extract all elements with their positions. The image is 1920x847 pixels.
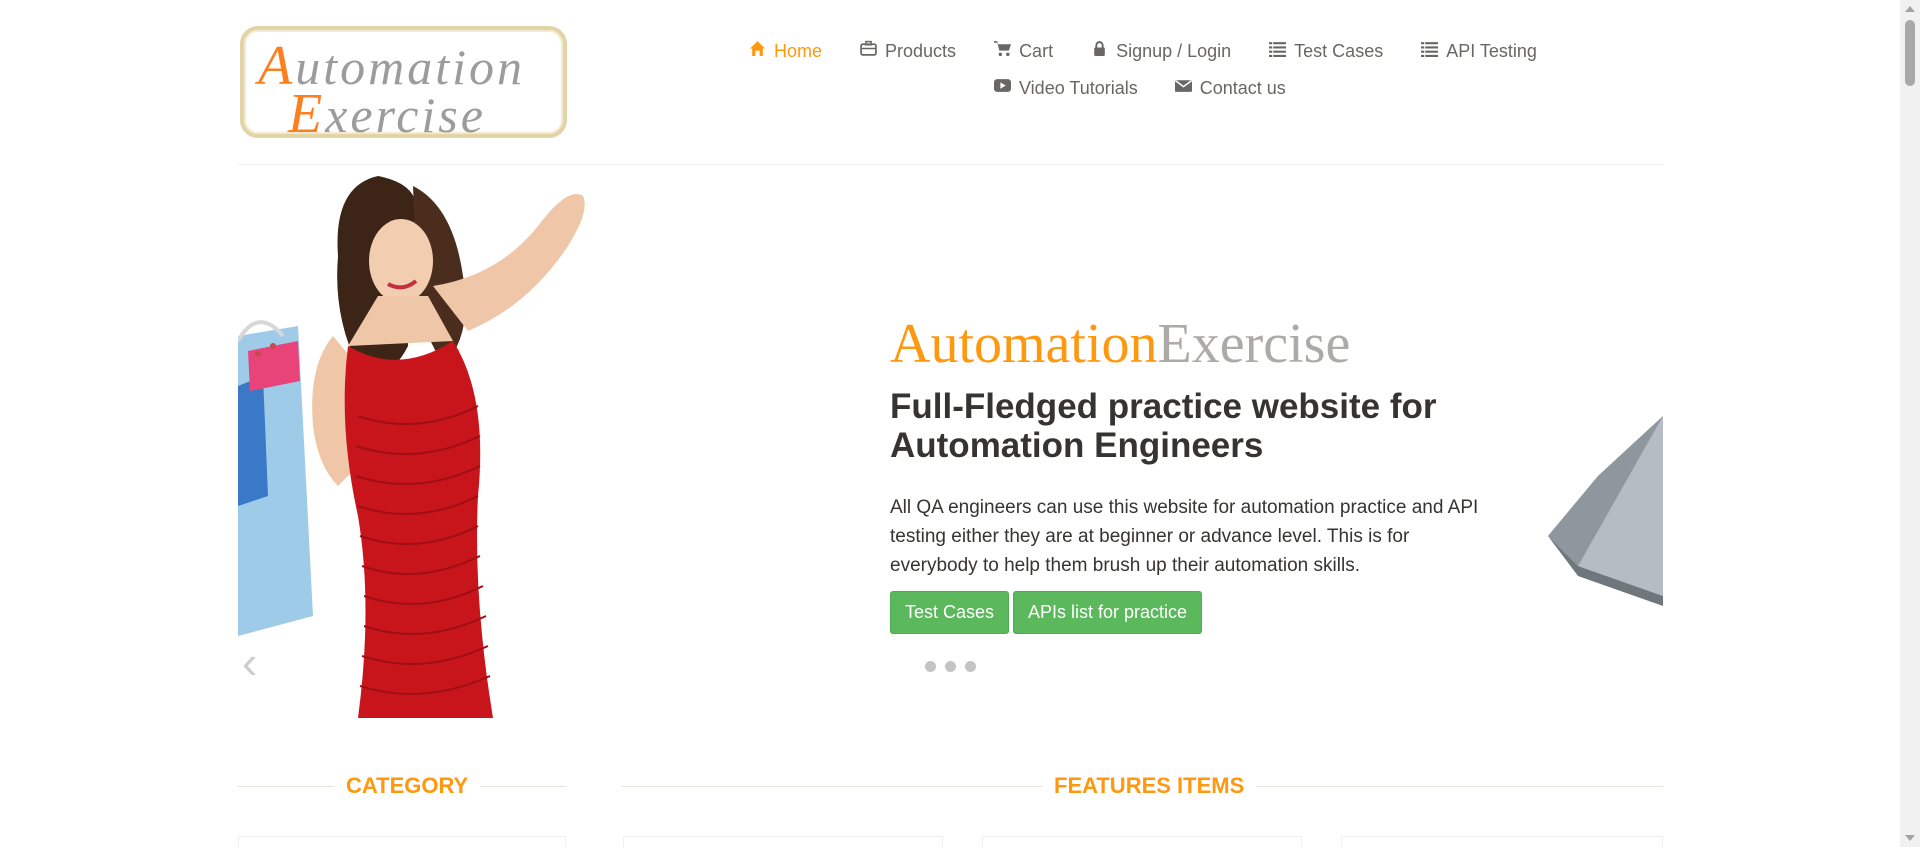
product-card xyxy=(623,836,943,847)
hero-brand-exercise: Exercise xyxy=(1157,313,1351,375)
envelope-icon xyxy=(1174,77,1200,99)
nav-products-label: Products xyxy=(885,40,957,61)
main-nav-row-2: Video Tutorials Contact us xyxy=(994,77,1286,99)
hero-headline: Full-Fledged practice website for Automa… xyxy=(890,387,1437,465)
home-icon xyxy=(749,40,774,62)
scroll-up-arrow-icon[interactable] xyxy=(1905,6,1915,12)
scrollbar-thumb[interactable] xyxy=(1905,20,1915,86)
product-card xyxy=(1341,836,1663,847)
nav-contact-us-label: Contact us xyxy=(1199,77,1286,98)
scroll-down-arrow-icon[interactable] xyxy=(1905,835,1915,841)
nav-api-testing-label: API Testing xyxy=(1446,40,1537,61)
nav-api-testing[interactable]: API Testing xyxy=(1421,40,1537,62)
hero-slider: ‹ AutomationExercise Full-Fledged practi… xyxy=(238,166,1663,718)
nav-cart-label: Cart xyxy=(1019,40,1054,61)
hero-model-image xyxy=(238,176,585,718)
nav-signup-login-label: Signup / Login xyxy=(1116,40,1232,61)
hero-description: All QA engineers can use this website fo… xyxy=(890,497,1479,576)
header-divider xyxy=(238,164,1663,165)
site-logo[interactable]: Automation Exercise xyxy=(240,26,567,138)
cart-icon xyxy=(994,40,1019,62)
hero-brand: AutomationExercise xyxy=(890,312,1350,376)
category-panel xyxy=(238,836,566,847)
product-card xyxy=(982,836,1302,847)
list-icon xyxy=(1269,40,1294,62)
briefcase-icon xyxy=(860,40,885,62)
slider-dot[interactable] xyxy=(965,661,976,672)
nav-signup-login[interactable]: Signup / Login xyxy=(1091,40,1231,62)
slider-dot[interactable] xyxy=(945,661,956,672)
apis-list-button[interactable]: APIs list for practice xyxy=(1013,591,1202,634)
youtube-play-icon xyxy=(994,77,1019,99)
nav-video-tutorials[interactable]: Video Tutorials xyxy=(994,77,1138,99)
slider-dot[interactable] xyxy=(925,661,936,672)
slider-indicators xyxy=(925,661,976,672)
nav-products[interactable]: Products xyxy=(860,40,956,62)
lock-icon xyxy=(1091,40,1116,62)
nav-test-cases[interactable]: Test Cases xyxy=(1269,40,1383,62)
category-title: CATEGORY xyxy=(334,773,481,799)
logo-line-exercise: Exercise xyxy=(288,83,486,138)
main-nav-row-1: Home Products Cart Signup / Login Test C… xyxy=(749,40,1537,62)
nav-video-tutorials-label: Video Tutorials xyxy=(1019,77,1138,98)
nav-contact-us[interactable]: Contact us xyxy=(1174,77,1286,99)
slider-prev-arrow[interactable]: ‹ xyxy=(242,632,272,692)
nav-cart[interactable]: Cart xyxy=(994,40,1053,62)
list-icon xyxy=(1421,40,1446,62)
page-scrollbar[interactable] xyxy=(1900,0,1920,847)
hero-bag-image xyxy=(1548,416,1663,606)
features-items-title: FEATURES ITEMS xyxy=(1042,773,1257,799)
hero-brand-automation: Automation xyxy=(890,313,1158,375)
nav-home-label: Home xyxy=(774,40,823,61)
nav-home[interactable]: Home xyxy=(749,40,822,62)
nav-test-cases-label: Test Cases xyxy=(1294,40,1384,61)
test-cases-button[interactable]: Test Cases xyxy=(890,591,1009,634)
